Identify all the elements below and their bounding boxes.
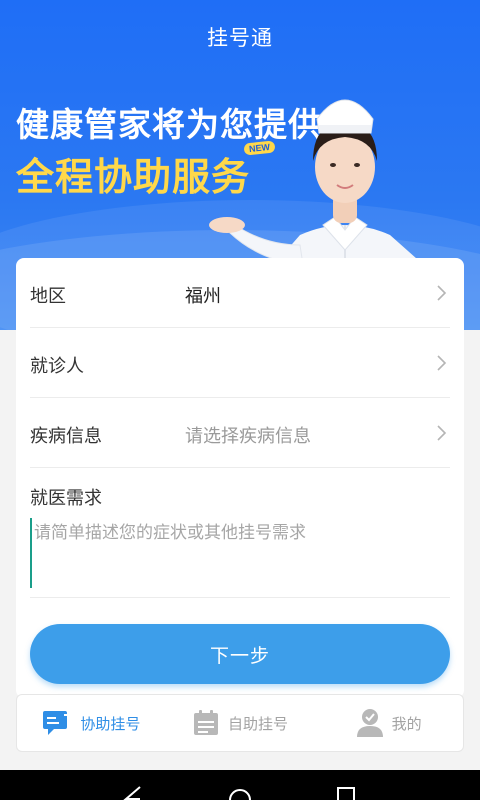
recent-apps-icon[interactable] [336,786,356,800]
need-textarea[interactable] [30,518,450,588]
disease-placeholder: 请选择疾病信息 [185,426,311,447]
chevron-right-icon [437,285,447,301]
tab-assisted-registration[interactable]: 协助挂号 [17,695,166,751]
next-step-button[interactable]: 下一步 [30,624,450,684]
medical-need-section: 就医需求 [30,468,450,598]
bottom-tab-bar: 协助挂号 自助挂号 我的 [16,694,464,752]
patient-row[interactable]: 就诊人 [30,328,450,398]
back-icon[interactable] [122,786,144,800]
calendar-icon [194,710,218,735]
tab-label: 我的 [391,714,422,733]
region-value: 福州 [185,286,221,307]
tab-label: 自助挂号 [228,714,289,733]
tab-mine[interactable]: 我的 [314,695,463,751]
chat-icon [43,711,73,735]
page-title: 挂号通 [207,26,273,50]
tab-label: 协助挂号 [80,714,141,733]
chevron-right-icon [437,425,447,441]
disease-row[interactable]: 疾病信息 请选择疾病信息 [30,398,450,468]
system-navigation-bar [0,770,480,800]
chevron-right-icon [437,355,447,371]
region-row[interactable]: 地区 福州 [30,258,450,328]
region-label: 地区 [30,286,66,307]
user-icon [356,709,383,737]
patient-label: 就诊人 [30,356,84,377]
need-label: 就医需求 [30,488,102,509]
tab-self-registration[interactable]: 自助挂号 [166,695,315,751]
home-icon[interactable] [228,786,252,800]
registration-form-card: 地区 福州 就诊人 疾病信息 请选择疾病信息 就医需求 下一步 [16,258,464,698]
disease-label: 疾病信息 [30,426,102,447]
